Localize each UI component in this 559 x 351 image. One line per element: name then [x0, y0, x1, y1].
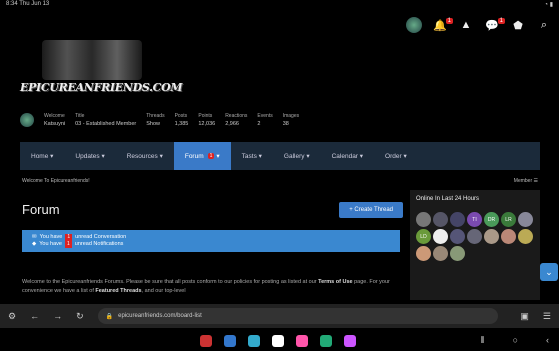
online-user-avatar[interactable]: TI: [467, 212, 482, 227]
browser-toolbar: ⚙ ← → ↻ 🔒 epicureanfriends.com/board-lis…: [0, 304, 559, 328]
online-user-avatar[interactable]: [450, 246, 465, 261]
nav-forum-badge: 1: [207, 153, 215, 159]
wifi-icon: ◔ ▮: [544, 2, 553, 8]
nav-updates[interactable]: Updates ▾: [64, 142, 115, 170]
conversations-count: 1: [497, 18, 505, 24]
taskbar-app-icon[interactable]: [224, 334, 236, 347]
logo-text: EPICUREANFRIENDS.COM: [20, 81, 183, 94]
member-stats: Welcome Katsuyni Title 03 - Established Me…: [20, 106, 540, 134]
taskbar-apps: [200, 334, 356, 347]
warning-icon[interactable]: ▲: [457, 16, 475, 34]
online-user-avatar[interactable]: [518, 212, 533, 227]
status-date: Thu Jun 13: [19, 1, 50, 7]
online-user-avatar[interactable]: [433, 229, 448, 244]
lock-icon: 🔒: [105, 313, 114, 320]
page-title: Forum: [22, 202, 60, 217]
online-user-avatar[interactable]: LD: [416, 229, 431, 244]
online-user-avatar[interactable]: [416, 212, 431, 227]
online-user-avatar[interactable]: [433, 246, 448, 261]
logo-art: [42, 40, 142, 80]
search-icon[interactable]: ⌕: [535, 16, 553, 34]
nav-tasts[interactable]: Tasts ▾: [231, 142, 273, 170]
stat-title: Title 03 - Established Member: [75, 113, 137, 127]
online-user-avatar[interactable]: [433, 212, 448, 227]
taskbar-app-icon[interactable]: [320, 334, 332, 347]
stat-welcome: Welcome Katsuyni: [44, 113, 66, 127]
notice-conversation[interactable]: ✉ You have 1 unread Conversation: [32, 234, 390, 241]
taskbar-app-icon[interactable]: [200, 334, 212, 347]
member-avatar[interactable]: [20, 113, 34, 127]
alerts-count: 1: [445, 18, 453, 24]
online-user-avatar[interactable]: [518, 229, 533, 244]
nav-home[interactable]: Home ▾: [20, 142, 64, 170]
nav-resources[interactable]: Resources ▾: [116, 142, 174, 170]
nav-forum-label: Forum: [184, 152, 204, 160]
nav-forum[interactable]: Forum 1 ▾: [173, 142, 231, 170]
stat-reactions: Reactions 2,966: [225, 113, 248, 127]
stat-images: Images 38: [282, 113, 300, 127]
main-content: Forum + Create Thread ✉ You have 1 unread C…: [20, 192, 405, 302]
chevron-down-icon: ⌄: [545, 266, 553, 277]
bell-icon[interactable]: 🔔 1: [431, 16, 453, 34]
status-time: 8:34: [6, 1, 18, 7]
member-menu[interactable]: Member ☰: [514, 178, 538, 184]
nav-gallery[interactable]: Gallery ▾: [273, 142, 321, 170]
online-user-avatar[interactable]: LR: [501, 212, 516, 227]
online-sidebar: Online In Last 24 Hours TI DR LR LD: [410, 190, 540, 300]
sidebar-title: Online In Last 24 Hours: [416, 196, 480, 202]
top-user-bar: 🔔 1 ▲ 💬 1 ⬟ ⌕: [405, 14, 553, 36]
address-bar[interactable]: 🔒 epicureanfriends.com/board-list: [97, 308, 498, 324]
breadcrumb: Welcome To Epicureanfriends! Member ☰: [20, 174, 540, 188]
recents-icon[interactable]: ⦀: [481, 335, 485, 346]
stat-posts: Posts 1,385: [174, 113, 189, 127]
taskbar-app-icon[interactable]: [248, 334, 260, 347]
online-user-avatar[interactable]: [416, 246, 431, 261]
bell-small-icon: ◆: [32, 241, 37, 247]
tabs-icon[interactable]: ▣: [520, 311, 529, 322]
terms-link[interactable]: Terms of Use: [318, 279, 352, 285]
online-user-avatar[interactable]: [484, 229, 499, 244]
back-nav-icon[interactable]: ‹: [546, 335, 549, 346]
menu-icon[interactable]: ☰: [543, 311, 551, 322]
main-nav: Home ▾ Updates ▾ Resources ▾ Forum 1 ▾ T…: [20, 142, 540, 170]
online-user-avatar[interactable]: [450, 229, 465, 244]
taskbar-app-icon[interactable]: [296, 334, 308, 347]
featured-link[interactable]: Featured Threads: [95, 288, 141, 294]
system-nav: ⦀ ○ ‹: [481, 335, 549, 346]
online-user-avatar[interactable]: [467, 229, 482, 244]
back-icon[interactable]: ←: [30, 311, 39, 321]
forward-icon[interactable]: →: [53, 311, 62, 321]
chevron-down-icon: ▾: [216, 153, 220, 160]
breadcrumb-text[interactable]: Welcome To Epicureanfriends!: [22, 178, 90, 184]
taskbar-app-icon[interactable]: [272, 334, 284, 347]
nav-order[interactable]: Order ▾: [374, 142, 418, 170]
online-user-avatar[interactable]: [501, 229, 516, 244]
reload-icon[interactable]: ↻: [76, 311, 84, 322]
home-icon[interactable]: ○: [513, 335, 518, 346]
stat-threads[interactable]: Threads Show: [146, 113, 164, 127]
shield-icon[interactable]: ⬟: [509, 16, 527, 34]
nav-calendar[interactable]: Calendar ▾: [321, 142, 374, 170]
taskbar-app-icon[interactable]: [344, 334, 356, 347]
url-text: epicureanfriends.com/board-list: [118, 313, 202, 319]
status-bar: 8:34 Thu Jun 13 ◔ ▮: [0, 0, 559, 10]
android-taskbar: ⦀ ○ ‹: [0, 330, 559, 351]
settings-icon[interactable]: ⚙: [8, 311, 16, 322]
conversations-icon[interactable]: 💬 1: [483, 16, 505, 34]
notice-notifications[interactable]: ◆ You have 1 unread Notifications: [32, 241, 390, 248]
online-user-avatar[interactable]: DR: [484, 212, 499, 227]
user-avatar[interactable]: [405, 16, 423, 34]
stat-points: Points 12,036: [198, 113, 216, 127]
scroll-down-button[interactable]: ⌄: [540, 263, 558, 281]
welcome-text: Welcome to the Epicureanfriends Forums. …: [22, 279, 390, 294]
site-logo[interactable]: EPICUREANFRIENDS.COM: [20, 40, 183, 100]
stat-events: Events 2: [257, 113, 273, 127]
notice-panel: ✉ You have 1 unread Conversation ◆ You have 1…: [22, 230, 400, 252]
chat-icon: ✉: [32, 234, 37, 240]
online-avatars: TI DR LR LD: [416, 212, 536, 261]
create-thread-button[interactable]: + Create Thread: [339, 202, 403, 218]
online-user-avatar[interactable]: [450, 212, 465, 227]
